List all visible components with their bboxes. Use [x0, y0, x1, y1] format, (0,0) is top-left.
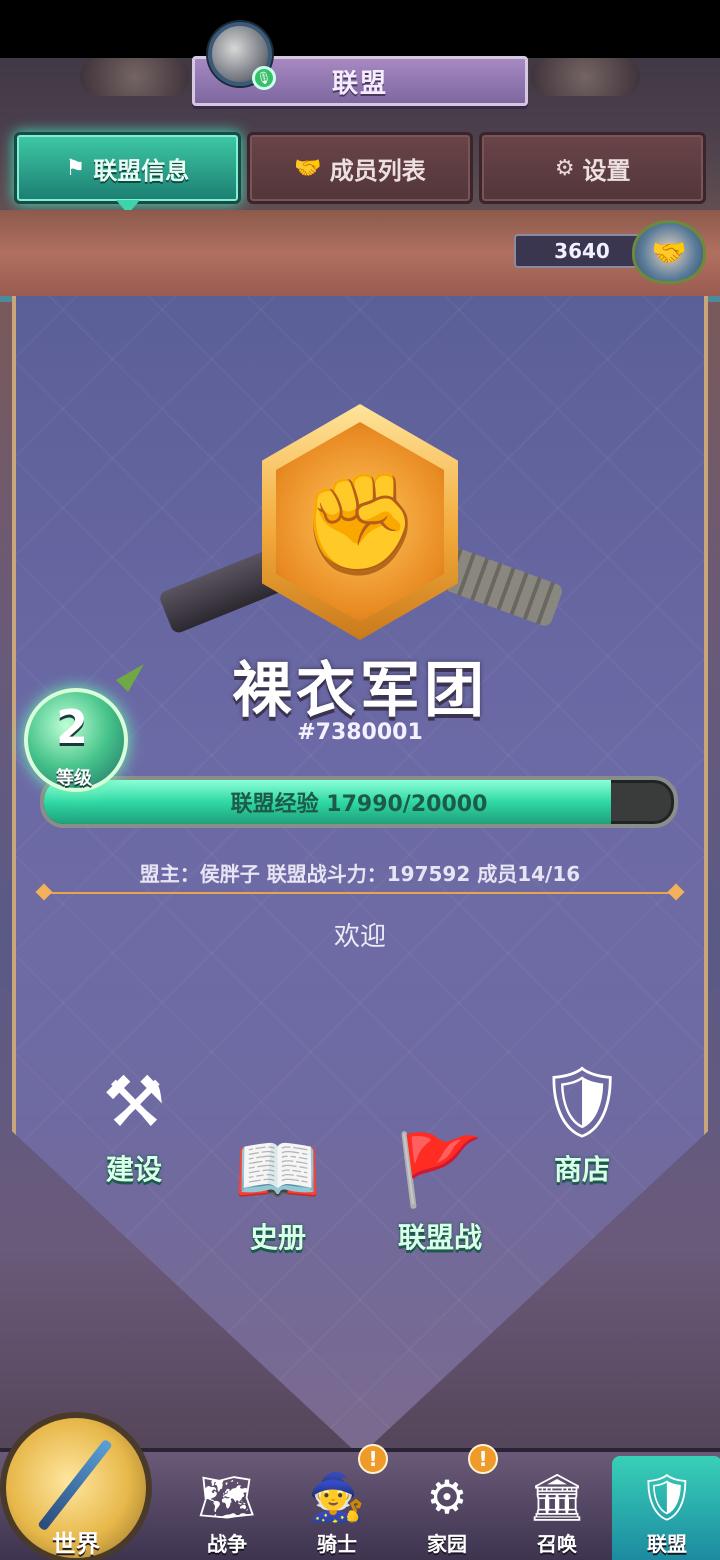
status-strip	[0, 0, 720, 58]
alliance-icon: 🛡	[637, 1469, 697, 1524]
nav-alliance[interactable]: 🛡 联盟	[612, 1456, 720, 1560]
nav-label: 家园	[427, 1532, 467, 1556]
tab-bar: ⚑ 联盟信息 🤝 成员列表 ⚙ 设置	[14, 132, 707, 204]
banner-ornament-left	[80, 58, 190, 96]
tab-settings[interactable]: ⚙ 设置	[479, 132, 707, 204]
alert-badge: !	[468, 1444, 498, 1474]
alliance-page: 联盟 🎙 ⚑ 联盟信息 🤝 成员列表 ⚙ 设置 3640 🤝 ✊ 裸衣军团 #7…	[0, 0, 720, 1560]
flag-icon: ⚑	[65, 155, 86, 181]
handshake-icon: 🤝	[294, 155, 322, 181]
knight-icon: 🧙	[308, 1469, 366, 1524]
alliance-war-label: 联盟战	[397, 1221, 482, 1254]
nav-label: 战争	[207, 1532, 247, 1556]
experience-bar: 联盟经验 17990/20000	[40, 776, 678, 828]
nav-home[interactable]: ⚙ 家园 !	[392, 1444, 502, 1560]
alert-badge: !	[358, 1444, 388, 1474]
power-readout: 3640	[514, 234, 650, 268]
tab-label: 设置	[582, 156, 631, 185]
build-button[interactable]: ⚒ 建设	[64, 1052, 204, 1202]
nav-label: 召唤	[537, 1532, 577, 1556]
tab-label: 联盟信息	[93, 156, 190, 185]
nav-knight[interactable]: 🧙 骑士 !	[282, 1444, 392, 1560]
alliance-info-line: 盟主：侯胖子 联盟战斗力：197592 成员14/16	[139, 862, 581, 886]
tab-label: 成员列表	[329, 156, 426, 185]
tab-alliance-info[interactable]: ⚑ 联盟信息	[14, 132, 241, 204]
power-value: 3640	[554, 239, 610, 263]
shop-label: 商店	[553, 1153, 610, 1186]
home-gear-icon: ⚙	[426, 1470, 468, 1524]
experience-label: 联盟经验 17990/20000	[230, 792, 488, 817]
alliance-war-button[interactable]: 🚩 联盟战	[370, 1120, 510, 1270]
nav-war[interactable]: 🗺 战争	[172, 1456, 282, 1560]
world-label: 世界	[52, 1530, 100, 1558]
summon-icon: 🏛	[527, 1469, 587, 1524]
history-button[interactable]: 📖 史册	[208, 1120, 348, 1270]
gear-icon: ⚙	[554, 155, 575, 181]
map-icon: 🗺	[197, 1469, 257, 1524]
red-flag-icon: 🚩	[396, 1128, 484, 1211]
banner-ornament-right	[530, 58, 640, 96]
fist-icon: ✊	[300, 465, 420, 578]
nav-label: 联盟	[647, 1532, 687, 1556]
crossed-saws-icon: ⚒	[102, 1061, 166, 1143]
level-value: 2	[55, 700, 88, 754]
shop-button[interactable]: 🛡 商店	[512, 1052, 652, 1202]
level-tag: 等级	[56, 768, 92, 789]
nav-label: 骑士	[317, 1532, 357, 1556]
divider	[42, 892, 678, 894]
book-icon: 📖	[234, 1128, 322, 1211]
alliance-emblem-icon[interactable]: 🤝	[632, 220, 706, 284]
build-label: 建设	[105, 1153, 162, 1186]
mic-icon[interactable]: 🎙	[252, 66, 276, 90]
shop-icon: 🛡	[537, 1060, 627, 1143]
tab-member-list[interactable]: 🤝 成员列表	[246, 132, 474, 204]
welcome-message: 欢迎	[333, 922, 386, 952]
nav-summon[interactable]: 🏛 召唤	[502, 1456, 612, 1560]
page-title: 联盟	[331, 68, 388, 99]
history-label: 史册	[249, 1221, 306, 1254]
